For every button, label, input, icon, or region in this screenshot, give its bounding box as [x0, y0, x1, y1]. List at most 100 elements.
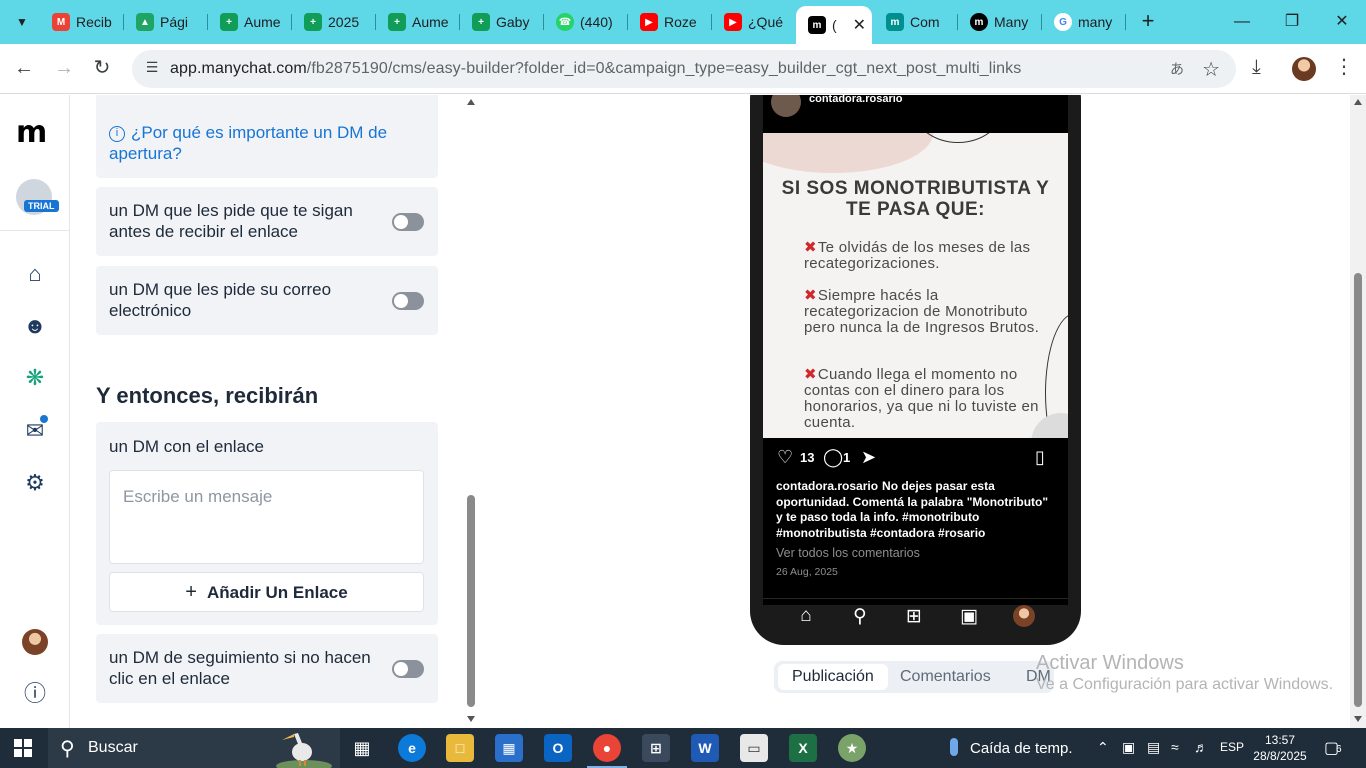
file-explorer-icon[interactable]: □ [446, 734, 474, 762]
chrome-icon[interactable]: ● [587, 734, 627, 768]
bookmark-star-icon[interactable]: ☆ [1202, 57, 1220, 82]
url-text[interactable]: app.manychat.com/fb2875190/cms/easy-buil… [170, 60, 1021, 78]
forward-button[interactable]: → [50, 56, 78, 82]
browser-tab[interactable]: ▶ Roze [628, 8, 712, 36]
message-placeholder: Escribe un mensaje [123, 487, 273, 506]
follow-dm-label: un DM que les pide que te sigan antes de… [109, 201, 353, 241]
taskbar-clock[interactable]: 13:57 28/8/2025 [1250, 732, 1310, 764]
browser-tab[interactable]: M Recib [40, 8, 124, 36]
tab-label: many [1078, 14, 1113, 30]
info-icon: i [109, 126, 125, 142]
tab-publicacion[interactable]: Publicación [778, 664, 888, 690]
remote-icon[interactable]: ▤ [1147, 739, 1160, 756]
browser-tab[interactable]: ☎ (440) [544, 8, 628, 36]
meet-icon[interactable]: ▣ [1122, 739, 1135, 756]
windows-start-icon[interactable] [14, 739, 32, 757]
sheets-icon: + [220, 13, 238, 31]
notification-center-icon[interactable]: ▢ 6 [1324, 738, 1342, 758]
view-comments-link: Ver todos los comentarios [776, 546, 920, 560]
translate-icon[interactable]: あ [1166, 59, 1188, 79]
restore-button[interactable]: ❐ [1272, 8, 1312, 36]
why-opening-dm-link[interactable]: i ¿Por qué es importante un DM de apertur… [109, 122, 438, 164]
manychat-icon: m [886, 13, 904, 31]
site-info-icon[interactable]: ☰ [142, 59, 162, 79]
scroll-down-arrow[interactable] [467, 716, 475, 722]
tab-label: 2025 [328, 14, 360, 30]
new-tab-button[interactable]: + [1134, 8, 1162, 36]
sheets-icon: + [388, 13, 406, 31]
post-author-avatar [771, 95, 801, 117]
word-icon[interactable]: W [691, 734, 719, 762]
browser-tab[interactable]: ▶ ¿Qué [712, 8, 796, 36]
thermometer-icon [950, 738, 958, 756]
close-tab-icon[interactable]: ✕ [853, 15, 866, 35]
scroll-thumb[interactable] [1354, 273, 1362, 707]
browser-tab[interactable]: ▲ Pági [124, 8, 208, 36]
store-icon[interactable]: ▦ [495, 734, 523, 762]
browser-menu-icon[interactable]: ⋮ [1334, 54, 1354, 79]
post-date: 26 Aug, 2025 [776, 566, 838, 578]
app-icon[interactable]: ★ [838, 734, 866, 762]
settings-gear-icon[interactable]: ⚙ [22, 470, 48, 496]
user-avatar[interactable] [22, 629, 48, 655]
preview-tabs: Publicación Comentarios DM [774, 661, 1054, 693]
cross-mark-icon: ✖ [804, 239, 817, 256]
add-link-button[interactable]: + Añadir Un Enlace [109, 572, 424, 612]
create-post-icon: ⊞ [906, 606, 922, 627]
window-app-icon[interactable]: ▭ [740, 734, 768, 762]
page-scrollbar[interactable] [1350, 95, 1366, 728]
follow-dm-toggle[interactable] [392, 213, 424, 231]
taskbar-search-box[interactable]: ⚲ Buscar [48, 728, 340, 768]
browser-tab[interactable]: m Many [958, 8, 1042, 36]
download-icon[interactable]: ⤓ [1252, 56, 1261, 79]
browser-tab-active[interactable]: m ( ✕ [796, 6, 872, 44]
back-button[interactable]: ← [10, 56, 38, 82]
show-hidden-icons-chevron-icon[interactable]: ⌃ [1097, 739, 1109, 756]
automation-icon[interactable]: ❋ [22, 365, 48, 391]
network-icon[interactable]: ≈ [1171, 739, 1179, 755]
section-title: Y entonces, recibirán [96, 383, 319, 408]
task-view-icon[interactable]: ▦ [348, 734, 376, 762]
address-bar[interactable]: ☰ app.manychat.com/fb2875190/cms/easy-bu… [132, 50, 1236, 88]
calculator-icon[interactable]: ⊞ [642, 734, 670, 762]
home-icon[interactable]: ⌂ [22, 261, 48, 287]
outlook-icon[interactable]: O [544, 734, 572, 762]
volume-icon[interactable]: ♬ [1194, 739, 1208, 755]
search-icon: ⚲ [60, 738, 75, 760]
scroll-down-arrow[interactable] [1354, 716, 1362, 722]
message-input[interactable]: Escribe un mensaje [109, 470, 424, 564]
language-indicator[interactable]: ESP [1220, 740, 1244, 754]
comment-icon: ◯ [823, 447, 844, 467]
edge-icon[interactable]: e [398, 734, 426, 762]
excel-icon[interactable]: X [789, 734, 817, 762]
close-window-button[interactable]: ✕ [1322, 8, 1362, 36]
contacts-icon[interactable]: ☻ [22, 313, 48, 339]
likes-count: 13 [800, 450, 815, 465]
watermark-title: Activar Windows [1036, 652, 1184, 674]
builder-scrollbar[interactable] [463, 95, 479, 728]
scroll-up-arrow[interactable] [467, 99, 475, 105]
weather-widget[interactable]: Caída de temp. [950, 738, 1073, 757]
followup-dm-toggle[interactable] [392, 660, 424, 678]
post-bullet: ✖Te olvidás de los meses de las recatego… [804, 239, 1031, 272]
minimize-button[interactable]: — [1222, 8, 1262, 36]
profile-avatar[interactable] [1292, 57, 1316, 81]
help-icon[interactable]: ⓘ [22, 681, 48, 707]
post-bullet: ✖Siempre hacés la recategorizacion de Mo… [804, 287, 1040, 336]
tab-search-button[interactable]: ▼ [8, 10, 36, 34]
email-dm-toggle[interactable] [392, 292, 424, 310]
manychat-logo[interactable]: m [16, 115, 47, 150]
reload-button[interactable]: ↻ [88, 56, 116, 82]
tab-comentarios[interactable]: Comentarios [900, 661, 991, 693]
browser-tab[interactable]: G many [1042, 8, 1126, 36]
scroll-thumb[interactable] [467, 495, 475, 707]
cross-mark-icon: ✖ [804, 366, 817, 383]
browser-tab[interactable]: + Gaby [460, 8, 544, 36]
browser-tab[interactable]: + Aume [376, 8, 460, 36]
browser-tab[interactable]: + 2025 [292, 8, 376, 36]
browser-tab[interactable]: m Com [874, 8, 958, 36]
browser-tab[interactable]: + Aume [208, 8, 292, 36]
scroll-up-arrow[interactable] [1354, 99, 1362, 105]
page-content: m TRIAL ⌂ ☻ ❋ ✉ ⚙ ⓘ i ¿Por qué es importa… [0, 95, 1366, 728]
google-icon: G [1054, 13, 1072, 31]
